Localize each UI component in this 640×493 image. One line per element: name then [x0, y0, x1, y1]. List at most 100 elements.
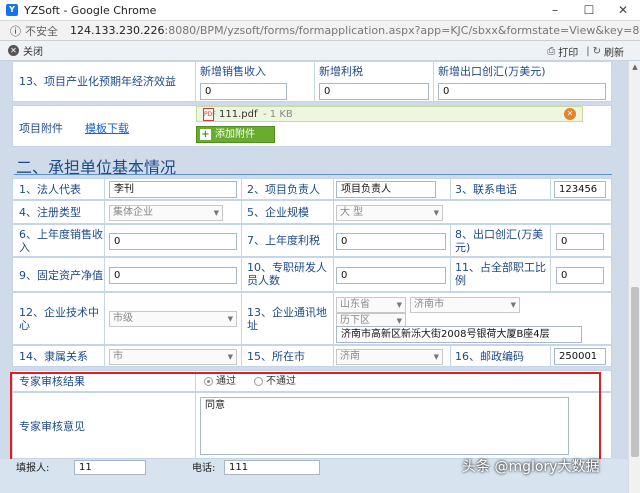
refresh-label: 刷新 — [604, 48, 624, 59]
province-select[interactable]: 山东省 ▼ — [336, 297, 406, 313]
form-content: 13、项目产业化预期年经济效益 新增销售收入 0 新增利税 0 新增出口创汇(万… — [0, 61, 628, 493]
watermark: 头条 @mglory大数据 — [462, 459, 600, 475]
close-label: 关闭 — [23, 47, 43, 58]
cell: 集体企业 ▼ — [105, 201, 242, 223]
cell: 0 — [334, 258, 451, 291]
legal-rep-label: 1、法人代表 — [19, 183, 81, 196]
section-divider — [14, 174, 612, 175]
cell: 3、联系电话 — [451, 179, 551, 199]
affiliation-value: 市 — [113, 351, 123, 362]
rd-staff-input[interactable]: 0 — [336, 267, 446, 284]
last-sales-input[interactable]: 0 — [109, 233, 237, 250]
cell: 10、专职研发人员人数 — [242, 258, 334, 291]
sales-cell: 新增销售收入 0 — [196, 62, 315, 101]
city-select[interactable]: 济南市 ▼ — [410, 297, 520, 313]
chevron-down-icon: ▼ — [396, 301, 402, 309]
window-controls: – ☐ ✕ — [538, 0, 640, 21]
unit-row-3: 6、上年度销售收入 0 7、上年度利税 0 8、出口创汇(万美元) 0 — [12, 224, 612, 257]
located-city-select[interactable]: 济南 ▼ — [336, 349, 443, 365]
plus-icon: + — [200, 129, 211, 140]
postcode-input[interactable]: 250001 — [554, 348, 606, 365]
cell: 0 — [105, 225, 242, 256]
minimize-button[interactable]: – — [538, 0, 572, 21]
cell: 0 — [105, 258, 242, 291]
street-address-input[interactable]: 济南市高新区新泺大街2008号银荷大厦B座4层 — [336, 326, 582, 343]
cell: 12、企业技术中心 — [13, 293, 105, 344]
unit-row-4: 9、固定资产净值 0 10、专职研发人员人数 0 11、占全部职工比例 0 — [12, 257, 612, 292]
print-label: 打印 — [558, 48, 579, 59]
scroll-thumb[interactable] — [631, 287, 639, 457]
cell: 李刊 — [105, 179, 242, 199]
sales-header: 新增销售收入 — [200, 65, 266, 78]
export-input[interactable]: 0 — [438, 83, 606, 100]
refresh-button[interactable]: | ↻ 刷新 — [586, 44, 624, 59]
chevron-down-icon: ▼ — [510, 301, 516, 309]
add-attachment-label: 添加附件 — [215, 129, 255, 140]
cell: 4、注册类型 — [13, 201, 105, 223]
print-button[interactable]: ⎙ 打印 — [547, 44, 578, 59]
city-value: 济南市 — [414, 299, 444, 310]
city-label: 15、所在市 — [247, 350, 305, 363]
cell: 14、隶属关系 — [13, 346, 105, 366]
rd-staff-label: 10、专职研发人员人数 — [247, 261, 327, 287]
unit-row-1: 1、法人代表 李刊 2、项目负责人 项目负责人 3、联系电话 123456 — [12, 178, 612, 200]
export-earn-label: 8、出口创汇(万美元) — [455, 228, 544, 254]
benefits-row: 13、项目产业化预期年经济效益 新增销售收入 0 新增利税 0 新增出口创汇(万… — [12, 61, 612, 102]
fixed-assets-input[interactable]: 0 — [109, 267, 237, 284]
legal-rep-input[interactable]: 李刊 — [109, 181, 237, 198]
cell: 2、项目负责人 — [242, 179, 334, 199]
cell: 5、企业规模 — [242, 201, 334, 223]
delete-attachment-icon[interactable]: ✕ — [564, 108, 576, 120]
tax-input[interactable]: 0 — [319, 83, 429, 100]
unit-row-5: 12、企业技术中心 市级 ▼ 13、企业通讯地址 山东省 ▼ 济南市 ▼ 历下区 ▼ 济… — [12, 292, 612, 345]
scale-select[interactable]: 大 型 ▼ — [336, 205, 443, 221]
warning-icon[interactable]: ⓘ — [10, 23, 21, 39]
add-attachment-button[interactable]: + 添加附件 — [196, 126, 275, 143]
located-city-value: 济南 — [340, 351, 360, 362]
phone-footer-label: 电话: — [192, 463, 216, 474]
printer-icon: ⎙ — [547, 46, 556, 57]
divider-icon: | — [586, 46, 590, 57]
reg-type-select[interactable]: 集体企业 ▼ — [109, 205, 223, 221]
attachment-file[interactable]: PDF 111.pdf - 1 KB ✕ — [196, 106, 583, 122]
last-tax-input[interactable]: 0 — [336, 233, 446, 250]
address-label: 13、企业通讯地址 — [247, 306, 327, 332]
affiliation-select[interactable]: 市 ▼ — [109, 349, 237, 365]
tech-center-select[interactable]: 市级 ▼ — [109, 311, 237, 327]
scroll-up-icon[interactable]: ▲ — [629, 61, 640, 73]
vertical-scrollbar[interactable]: ▲ — [628, 61, 640, 493]
unit-row-6: 14、隶属关系 市 ▼ 15、所在市 济南 ▼ 16、邮政编码 250001 — [12, 345, 612, 367]
close-icon: ✕ — [8, 45, 19, 56]
staff-ratio-label: 11、占全部职工比例 — [455, 261, 546, 287]
template-download-link[interactable]: 模板下载 — [85, 122, 129, 135]
reporter-label: 填报人: — [16, 463, 50, 474]
security-status[interactable]: 不安全 — [25, 23, 58, 39]
cell: 济南 ▼ — [334, 346, 451, 366]
project-lead-input[interactable]: 项目负责人 — [336, 181, 436, 198]
reg-type-value: 集体企业 — [113, 207, 153, 218]
maximize-button[interactable]: ☐ — [572, 0, 606, 21]
address-bar[interactable]: ⓘ 不安全 124.133.230.226 :8080/BPM/yzsoft/f… — [0, 21, 640, 41]
phone-footer-input[interactable]: 111 — [224, 460, 320, 475]
export-earn-input[interactable]: 0 — [556, 233, 604, 250]
file-size: - 1 KB — [263, 109, 293, 120]
close-form-button[interactable]: ✕ 关闭 — [8, 43, 43, 58]
close-window-button[interactable]: ✕ — [606, 0, 640, 21]
url-path[interactable]: :8080/BPM/yzsoft/forms/formapplication.a… — [164, 24, 640, 37]
district-value: 历下区 — [340, 315, 370, 326]
cell: 市级 ▼ — [105, 293, 242, 344]
cell: 15、所在市 — [242, 346, 334, 366]
postcode-label: 16、邮政编码 — [455, 350, 524, 363]
cell: 1、法人代表 — [13, 179, 105, 199]
staff-ratio-input[interactable]: 0 — [556, 267, 604, 284]
tax-cell: 新增利税 0 — [315, 62, 434, 101]
reporter-input[interactable]: 11 — [74, 460, 146, 475]
url-host[interactable]: 124.133.230.226 — [70, 24, 164, 37]
export-cell: 新增出口创汇(万美元) 0 — [434, 62, 611, 101]
scale-label: 5、企业规模 — [247, 206, 309, 219]
chevron-down-icon: ▼ — [213, 209, 219, 217]
sales-input[interactable]: 0 — [200, 83, 287, 100]
file-name[interactable]: 111.pdf — [219, 108, 257, 121]
reg-type-label: 4、注册类型 — [19, 206, 81, 219]
phone-input[interactable]: 123456 — [554, 181, 606, 198]
